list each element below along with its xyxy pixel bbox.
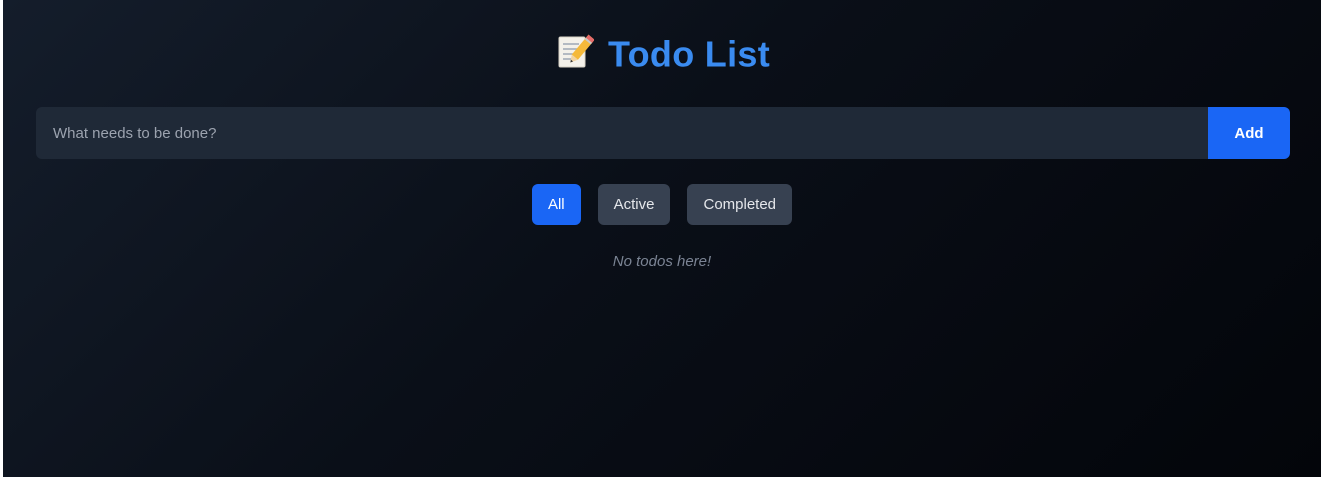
add-button[interactable]: Add [1208,107,1290,159]
title-text: Todo List [608,33,770,75]
filter-completed-button[interactable]: Completed [687,184,793,225]
filter-active-button[interactable]: Active [597,184,671,225]
new-todo-input[interactable] [36,107,1208,159]
empty-list-message: No todos here! [612,253,712,270]
new-todo-form: Add [36,107,1290,159]
filter-all-button[interactable]: All [531,184,581,225]
todo-app: Todo List Add All Active Completed No to… [3,0,1321,477]
filter-bar: All Active Completed [3,184,1321,225]
page-title: Todo List [3,28,1321,78]
memo-icon [554,31,595,71]
